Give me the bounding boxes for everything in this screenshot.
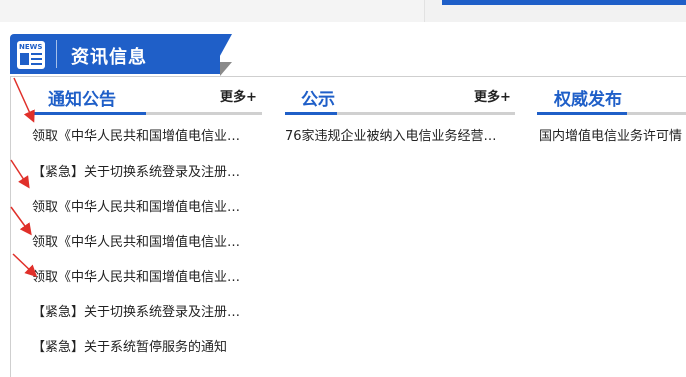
annotation-arrows xyxy=(10,77,38,278)
red-arrow-2 xyxy=(10,159,30,189)
red-arrow-4 xyxy=(12,253,38,278)
red-arrow-1 xyxy=(13,77,35,123)
red-arrow-3 xyxy=(10,206,32,236)
